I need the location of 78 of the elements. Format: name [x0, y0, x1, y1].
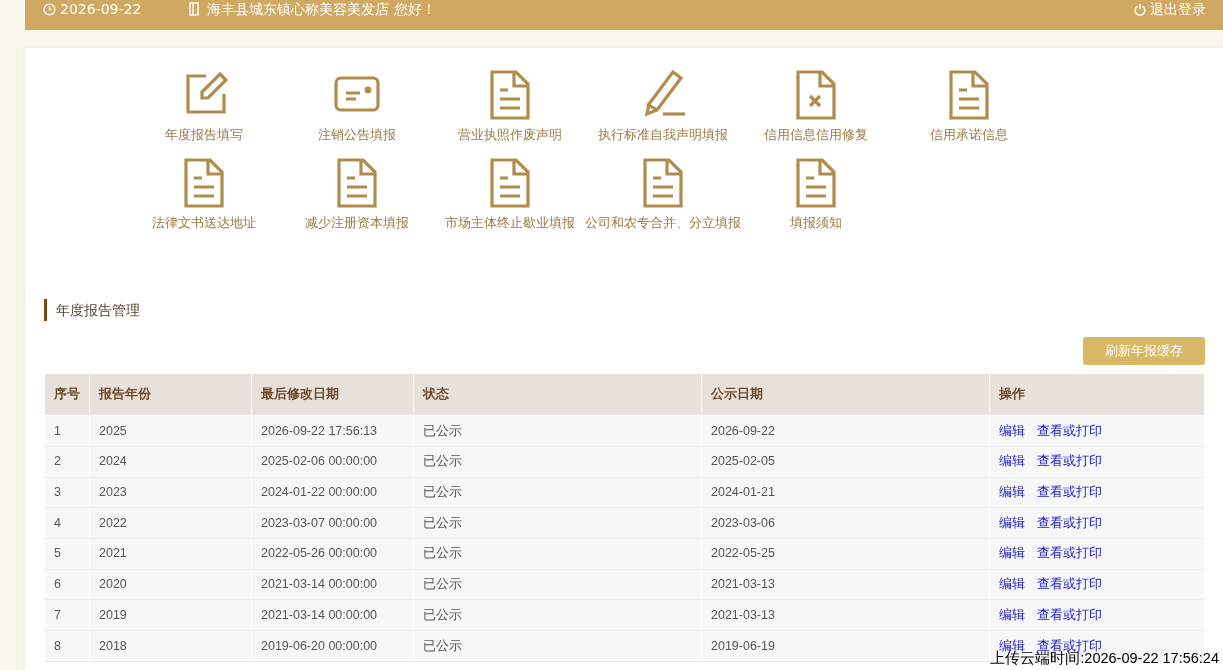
column-header: 序号 — [44, 373, 90, 416]
view-print-link[interactable]: 查看或打印 — [1037, 607, 1102, 622]
table-cell: 2024-01-22 00:00:00 — [251, 477, 414, 508]
table-cell: 2021-03-14 00:00:00 — [251, 569, 414, 600]
power-icon — [1134, 2, 1146, 16]
device-icon — [189, 2, 200, 16]
edit-link[interactable]: 编辑 — [999, 546, 1025, 561]
shortcut-link[interactable]: 公司和农专合并、分立填报 — [586, 155, 739, 233]
section-title: 年度报告管理 — [44, 298, 1205, 321]
table-cell: 2023 — [89, 477, 252, 508]
shortcut-link[interactable]: 信用承诺信息 — [892, 68, 1045, 145]
table-cell: 2021 — [89, 538, 252, 570]
table-cell: 7 — [44, 599, 90, 631]
shortcut-link[interactable]: 市场主体终止歇业填报 — [433, 155, 586, 233]
table-cell: 2020 — [89, 569, 252, 600]
table-cell: 已公示 — [413, 477, 702, 508]
table-cell: 2 — [44, 446, 90, 478]
table-cell: 2019-06-20 00:00:00 — [251, 630, 414, 662]
table-cell: 2019-06-19 — [701, 630, 990, 662]
table-cell: 已公示 — [413, 569, 702, 600]
column-header: 状态 — [413, 373, 702, 416]
shortcut-link[interactable]: 执行标准自我声明填报 — [586, 68, 739, 145]
shortcut-link[interactable]: 法律文书送达地址 — [127, 155, 280, 233]
view-print-link[interactable]: 查看或打印 — [1037, 485, 1102, 500]
table-cell: 2025-02-05 — [701, 446, 990, 478]
view-print-link[interactable]: 查看或打印 — [1037, 546, 1102, 561]
view-print-link[interactable]: 查看或打印 — [1037, 454, 1102, 469]
edit-link[interactable]: 编辑 — [999, 638, 1025, 653]
table-cell: 2021-03-13 — [701, 599, 990, 631]
edit-link[interactable]: 编辑 — [999, 577, 1025, 592]
shortcut-link[interactable]: 年度报告填写 — [127, 68, 280, 145]
shortcut-link[interactable]: 注销公告填报 — [280, 68, 433, 145]
table-cell: 已公示 — [413, 599, 702, 631]
table-cell: 2022-05-25 — [701, 538, 990, 570]
table-cell: 1 — [44, 415, 90, 447]
table-cell: 2018 — [89, 630, 252, 662]
date-text: 2026-09-22 — [60, 0, 142, 19]
table-cell: 2022-05-26 00:00:00 — [251, 538, 414, 570]
edit-link[interactable]: 编辑 — [999, 485, 1025, 500]
edit-link[interactable]: 编辑 — [999, 423, 1025, 438]
table-cell: 2021-03-14 00:00:00 — [251, 599, 414, 631]
edit-link[interactable]: 编辑 — [999, 607, 1025, 622]
table-cell: 2023-03-06 — [701, 507, 990, 539]
greeting-text: 海丰县城东镇心称美容美发店 您好！ — [207, 0, 436, 19]
table-cell: 已公示 — [413, 538, 702, 570]
table-cell: 2025-02-06 00:00:00 — [251, 446, 414, 478]
edit-link[interactable]: 编辑 — [999, 454, 1025, 469]
table-cell: 2019 — [89, 599, 252, 631]
table-cell: 2024-01-21 — [701, 477, 990, 508]
table-cell: 已公示 — [413, 507, 702, 539]
shortcut-link[interactable]: 信用信息信用修复 — [739, 68, 892, 145]
table-cell: 已公示 — [413, 415, 702, 447]
clock-icon — [43, 2, 56, 16]
table-cell: 2021-03-13 — [701, 569, 990, 600]
table-cell: 2022 — [89, 507, 252, 539]
table-cell: 2026-09-22 — [701, 415, 990, 447]
view-print-link[interactable]: 查看或打印 — [1037, 577, 1102, 592]
table-cell: 已公示 — [413, 630, 702, 662]
table-cell: 3 — [44, 477, 90, 508]
table-cell: 6 — [44, 569, 90, 600]
edit-link[interactable]: 编辑 — [999, 515, 1025, 530]
table-cell: 2026-09-22 17:56:13 — [251, 415, 414, 447]
view-print-link[interactable]: 查看或打印 — [1037, 423, 1102, 438]
table-cell: 4 — [44, 507, 90, 539]
view-print-link[interactable]: 查看或打印 — [1037, 515, 1102, 530]
table-cell: 已公示 — [413, 446, 702, 478]
shortcut-link[interactable]: 减少注册资本填报 — [280, 155, 433, 233]
table-cell: 5 — [44, 538, 90, 570]
shortcut-link[interactable]: 营业执照作废声明 — [433, 68, 586, 145]
column-header: 最后修改日期 — [251, 373, 414, 416]
column-header: 操作 — [989, 373, 1205, 416]
table-cell: 2025 — [89, 415, 252, 447]
column-header: 公示日期 — [701, 373, 990, 416]
shortcut-link[interactable]: 填报须知 — [739, 155, 892, 233]
table-cell: 8 — [44, 630, 90, 662]
column-header: 报告年份 — [89, 373, 252, 416]
table-cell: 2023-03-07 00:00:00 — [251, 507, 414, 539]
table-cell: 2024 — [89, 446, 252, 478]
